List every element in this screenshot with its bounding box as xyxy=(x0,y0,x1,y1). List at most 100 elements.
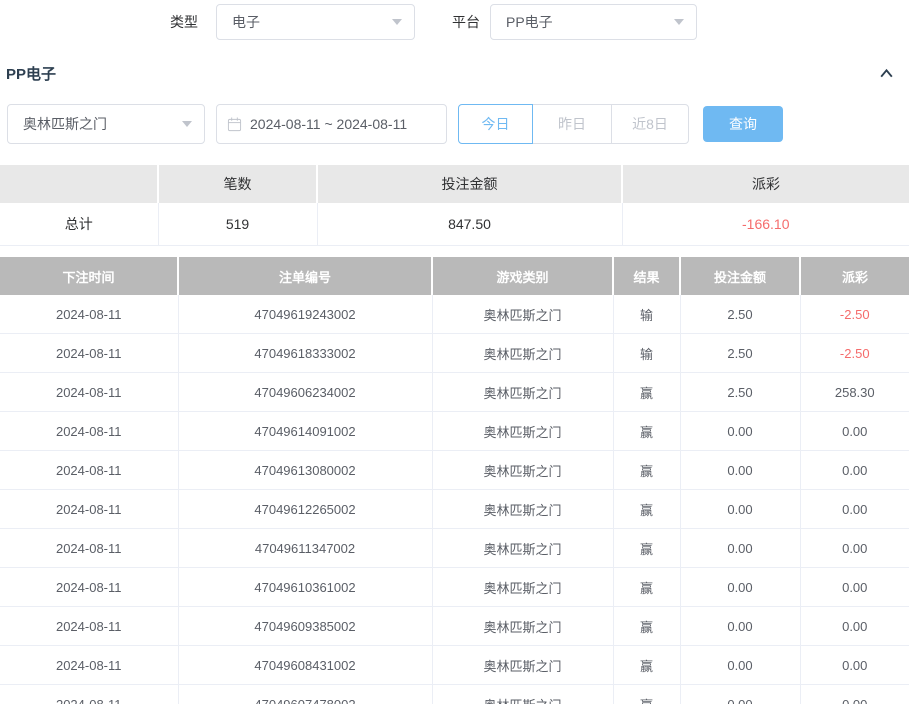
bet-time-cell: 2024-08-11 xyxy=(0,451,178,490)
table-row: 2024-08-11 47049606234002 奥林匹斯之门 赢 2.50 … xyxy=(0,373,909,412)
summary-table: 笔数 投注金额 派彩 总计 519 847.50 -166.10 xyxy=(0,165,909,246)
type-select[interactable]: 电子 xyxy=(216,4,415,40)
result-cell: 赢 xyxy=(613,529,680,568)
type-label: 类型 xyxy=(170,4,198,40)
bet-amount-cell: 0.00 xyxy=(680,490,800,529)
collapse-section-button[interactable] xyxy=(875,62,897,84)
game-type-cell: 奥林匹斯之门 xyxy=(432,373,613,412)
summary-count-value: 519 xyxy=(158,203,317,246)
query-button[interactable]: 查询 xyxy=(703,106,783,142)
result-cell: 赢 xyxy=(613,373,680,412)
col-header-order-no: 注单编号 xyxy=(178,257,432,295)
bet-time-cell: 2024-08-11 xyxy=(0,412,178,451)
bet-time-cell: 2024-08-11 xyxy=(0,490,178,529)
bet-amount-cell: 2.50 xyxy=(680,295,800,334)
game-type-cell: 奥林匹斯之门 xyxy=(432,334,613,373)
table-row: 2024-08-11 47049613080002 奥林匹斯之门 赢 0.00 … xyxy=(0,451,909,490)
bet-amount-cell: 0.00 xyxy=(680,685,800,704)
order-no-cell: 47049618333002 xyxy=(178,334,432,373)
table-row: 2024-08-11 47049609385002 奥林匹斯之门 赢 0.00 … xyxy=(0,607,909,646)
summary-payout-value: -166.10 xyxy=(622,203,909,246)
table-row: 2024-08-11 47049614091002 奥林匹斯之门 赢 0.00 … xyxy=(0,412,909,451)
platform-label: 平台 xyxy=(452,4,480,40)
result-cell: 赢 xyxy=(613,568,680,607)
bet-time-cell: 2024-08-11 xyxy=(0,685,178,704)
bet-time-cell: 2024-08-11 xyxy=(0,568,178,607)
order-no-cell: 47049606234002 xyxy=(178,373,432,412)
game-type-cell: 奥林匹斯之门 xyxy=(432,295,613,334)
bet-time-cell: 2024-08-11 xyxy=(0,646,178,685)
bet-amount-cell: 0.00 xyxy=(680,529,800,568)
summary-empty-header xyxy=(0,165,158,203)
table-row: 2024-08-11 47049612265002 奥林匹斯之门 赢 0.00 … xyxy=(0,490,909,529)
type-select-value: 电子 xyxy=(232,12,260,32)
order-no-cell: 47049610361002 xyxy=(178,568,432,607)
section-title: PP电子 xyxy=(6,63,56,84)
game-type-cell: 奥林匹斯之门 xyxy=(432,646,613,685)
payout-cell: 0.00 xyxy=(800,607,909,646)
col-header-bet-amount: 投注金额 xyxy=(680,257,800,295)
bet-table: 下注时间 注单编号 游戏类别 结果 投注金额 派彩 2024-08-11 470… xyxy=(0,257,909,704)
bet-amount-cell: 2.50 xyxy=(680,373,800,412)
bet-records-page: 类型 电子 平台 PP电子 PP电子 奥林匹斯之门 2024-08-11 ~ 2… xyxy=(0,0,909,704)
bet-table-body: 2024-08-11 47049619243002 奥林匹斯之门 输 2.50 … xyxy=(0,295,909,704)
summary-payout-header: 派彩 xyxy=(622,165,909,203)
today-button[interactable]: 今日 xyxy=(458,104,533,144)
table-row: 2024-08-11 47049611347002 奥林匹斯之门 赢 0.00 … xyxy=(0,529,909,568)
bet-table-header-row: 下注时间 注单编号 游戏类别 结果 投注金额 派彩 xyxy=(0,257,909,295)
result-cell: 赢 xyxy=(613,451,680,490)
payout-cell: -2.50 xyxy=(800,295,909,334)
order-no-cell: 47049611347002 xyxy=(178,529,432,568)
payout-cell: 0.00 xyxy=(800,685,909,704)
bet-amount-cell: 0.00 xyxy=(680,412,800,451)
game-select[interactable]: 奥林匹斯之门 xyxy=(7,104,205,144)
platform-select[interactable]: PP电子 xyxy=(490,4,697,40)
payout-cell: 0.00 xyxy=(800,646,909,685)
col-header-payout: 派彩 xyxy=(800,257,909,295)
chevron-down-icon xyxy=(674,19,684,25)
calendar-icon xyxy=(227,117,242,132)
payout-cell: 0.00 xyxy=(800,568,909,607)
result-cell: 赢 xyxy=(613,646,680,685)
chevron-up-icon xyxy=(878,65,895,82)
result-cell: 输 xyxy=(613,334,680,373)
yesterday-button[interactable]: 昨日 xyxy=(532,104,612,144)
game-type-cell: 奥林匹斯之门 xyxy=(432,685,613,704)
payout-cell: 0.00 xyxy=(800,412,909,451)
game-type-cell: 奥林匹斯之门 xyxy=(432,490,613,529)
payout-cell: 0.00 xyxy=(800,451,909,490)
bet-amount-cell: 0.00 xyxy=(680,451,800,490)
payout-cell: 258.30 xyxy=(800,373,909,412)
order-no-cell: 47049608431002 xyxy=(178,646,432,685)
date-range-value: 2024-08-11 ~ 2024-08-11 xyxy=(250,116,407,132)
result-cell: 赢 xyxy=(613,607,680,646)
order-no-cell: 47049614091002 xyxy=(178,412,432,451)
col-header-result: 结果 xyxy=(613,257,680,295)
bet-amount-cell: 0.00 xyxy=(680,607,800,646)
bet-time-cell: 2024-08-11 xyxy=(0,373,178,412)
payout-cell: 0.00 xyxy=(800,490,909,529)
table-row: 2024-08-11 47049619243002 奥林匹斯之门 输 2.50 … xyxy=(0,295,909,334)
payout-cell: -2.50 xyxy=(800,334,909,373)
game-type-cell: 奥林匹斯之门 xyxy=(432,451,613,490)
platform-select-value: PP电子 xyxy=(506,12,553,32)
summary-total-row: 总计 519 847.50 -166.10 xyxy=(0,203,909,246)
bet-time-cell: 2024-08-11 xyxy=(0,295,178,334)
bet-time-cell: 2024-08-11 xyxy=(0,529,178,568)
bet-time-cell: 2024-08-11 xyxy=(0,607,178,646)
order-no-cell: 47049612265002 xyxy=(178,490,432,529)
chevron-down-icon xyxy=(392,19,402,25)
col-header-game-type: 游戏类别 xyxy=(432,257,613,295)
game-type-cell: 奥林匹斯之门 xyxy=(432,568,613,607)
table-row: 2024-08-11 47049607478002 奥林匹斯之门 赢 0.00 … xyxy=(0,685,909,704)
result-cell: 输 xyxy=(613,295,680,334)
summary-total-label: 总计 xyxy=(0,203,158,246)
chevron-down-icon xyxy=(182,121,192,127)
result-cell: 赢 xyxy=(613,490,680,529)
bet-amount-cell: 0.00 xyxy=(680,646,800,685)
result-cell: 赢 xyxy=(613,685,680,704)
last-8-days-button[interactable]: 近8日 xyxy=(611,104,689,144)
date-shortcut-group: 今日 昨日 近8日 xyxy=(458,104,689,144)
date-range-input[interactable]: 2024-08-11 ~ 2024-08-11 xyxy=(216,104,447,144)
col-header-bet-time: 下注时间 xyxy=(0,257,178,295)
